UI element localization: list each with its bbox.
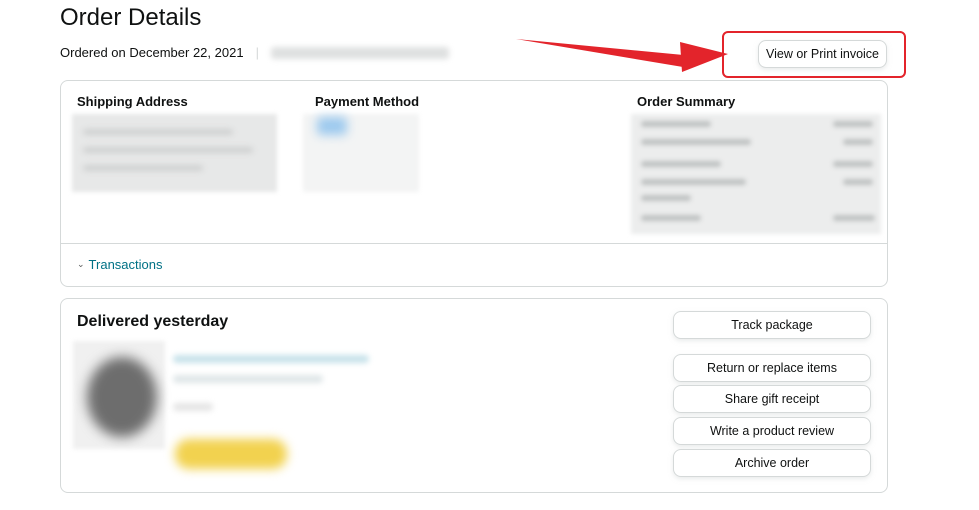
redacted-line xyxy=(843,179,873,185)
order-summary-card: Shipping Address Payment Method Order Su… xyxy=(60,80,888,287)
redacted-line xyxy=(641,195,691,201)
annotation-arrow-icon xyxy=(516,39,728,72)
transactions-label: Transactions xyxy=(88,257,163,272)
product-subtitle-redacted xyxy=(173,375,323,383)
redacted-line xyxy=(641,161,721,167)
write-review-button[interactable]: Write a product review xyxy=(673,417,871,445)
product-price-redacted xyxy=(173,403,213,411)
redacted-line xyxy=(641,179,746,185)
delivery-status-heading: Delivered yesterday xyxy=(77,313,229,330)
product-title-redacted[interactable] xyxy=(173,355,369,363)
track-package-button[interactable]: Track package xyxy=(673,311,871,339)
chevron-down-icon: ⌄ xyxy=(77,259,85,269)
redacted-line xyxy=(641,121,711,127)
redacted-line xyxy=(83,165,203,171)
order-summary-heading: Order Summary xyxy=(637,94,736,109)
order-number-redacted xyxy=(270,46,449,59)
buy-again-button-redacted[interactable] xyxy=(175,439,287,469)
page-title: Order Details xyxy=(60,4,202,31)
meta-separator: | xyxy=(255,45,259,60)
return-replace-button[interactable]: Return or replace items xyxy=(673,354,871,382)
redacted-line xyxy=(833,161,873,167)
shipping-address-redacted xyxy=(72,114,277,192)
redacted-line xyxy=(833,215,875,221)
ordered-date: Ordered on December 22, 2021 xyxy=(60,45,244,60)
shipping-address-heading: Shipping Address xyxy=(77,94,188,109)
order-meta: Ordered on December 22, 2021 | xyxy=(60,45,449,60)
transactions-toggle[interactable]: ⌄ Transactions xyxy=(77,257,162,272)
redacted-line xyxy=(641,215,701,221)
redacted-line xyxy=(83,147,253,153)
redacted-line xyxy=(641,139,751,145)
redacted-line xyxy=(833,121,873,127)
card-logo-icon xyxy=(317,117,347,135)
redacted-line xyxy=(83,129,233,135)
view-print-invoice-button[interactable]: View or Print invoice xyxy=(758,40,887,68)
redacted-line xyxy=(843,139,873,145)
archive-order-button[interactable]: Archive order xyxy=(673,449,871,477)
payment-method-heading: Payment Method xyxy=(315,94,420,109)
card-divider xyxy=(61,243,887,244)
product-image-shape xyxy=(87,357,157,437)
shipment-card: Delivered yesterday Track package Return… xyxy=(60,298,888,493)
share-gift-receipt-button[interactable]: Share gift receipt xyxy=(673,385,871,413)
